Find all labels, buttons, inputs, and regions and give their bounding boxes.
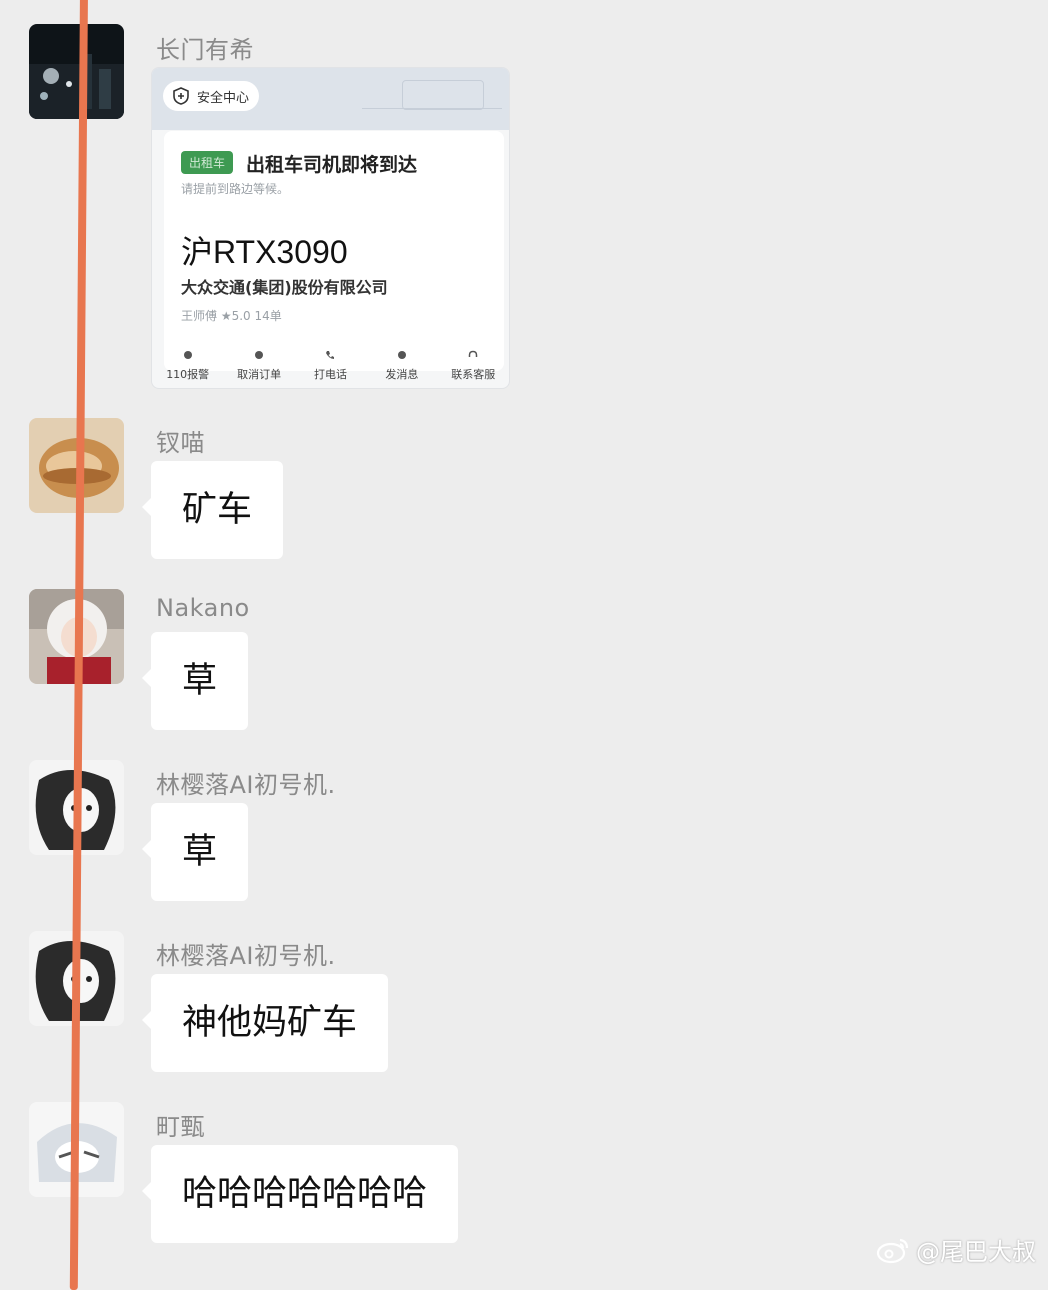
card-actions: 110报警 取消订单 打电话 发消息 联系客服 (152, 350, 509, 384)
message-bubble[interactable]: 草 (141, 803, 249, 901)
card-subtitle: 请提前到路边等候。 (181, 182, 290, 196)
ride-share-card[interactable]: 安全中心 出租车 出租车司机即将到达 请提前到路边等候。 沪RTX3090 大众… (151, 67, 510, 389)
license-plate: 沪RTX3090 (181, 234, 348, 270)
taxi-company: 大众交通(集团)股份有限公司 (181, 278, 388, 297)
phone-icon (326, 351, 335, 359)
message-bubble[interactable]: 草 (141, 632, 249, 730)
message-bubble[interactable]: 神他妈矿车 (141, 974, 389, 1072)
weibo-watermark: @尾巴大叔 (876, 1232, 1036, 1267)
customer-service-button[interactable]: 联系客服 (439, 350, 507, 384)
call-110-button[interactable]: 110报警 (154, 350, 222, 384)
sender-name: 林樱落AI初号机. (156, 771, 336, 799)
alarm-icon (183, 351, 192, 359)
card-header: 安全中心 (152, 68, 509, 130)
cancel-order-button[interactable]: 取消订单 (225, 350, 293, 384)
avatar-night-city-image (29, 24, 124, 119)
driver-info: 王师傅 ★5.0 14单 (181, 309, 282, 323)
cancel-icon (255, 351, 264, 359)
message-bubble[interactable]: 矿车 (141, 461, 284, 559)
avatar-changmen[interactable] (29, 24, 124, 119)
card-body: 出租车 出租车司机即将到达 请提前到路边等候。 沪RTX3090 大众交通(集团… (164, 131, 504, 371)
phone-call-button[interactable]: 打电话 (296, 350, 364, 384)
message-icon (397, 351, 406, 359)
sender-name: 长门有希 (156, 36, 254, 64)
sender-name: Nakano (156, 594, 250, 622)
watermark-text: @尾巴大叔 (916, 1238, 1036, 1266)
sender-name: 林樱落AI初号机. (156, 942, 336, 970)
card-title: 出租车司机即将到达 (246, 154, 418, 176)
send-message-button[interactable]: 发消息 (368, 350, 436, 384)
sender-name: 钗喵 (156, 429, 205, 457)
safety-center-label: 安全中心 (197, 90, 250, 106)
message-bubble[interactable]: 哈哈哈哈哈哈哈 (141, 1145, 459, 1243)
weibo-icon (876, 1238, 909, 1263)
headset-icon (469, 350, 478, 357)
safety-center-button[interactable]: 安全中心 (163, 81, 260, 111)
taxi-tag: 出租车 (181, 151, 234, 174)
shield-icon (173, 87, 189, 105)
sender-name: 町甄 (156, 1113, 205, 1141)
